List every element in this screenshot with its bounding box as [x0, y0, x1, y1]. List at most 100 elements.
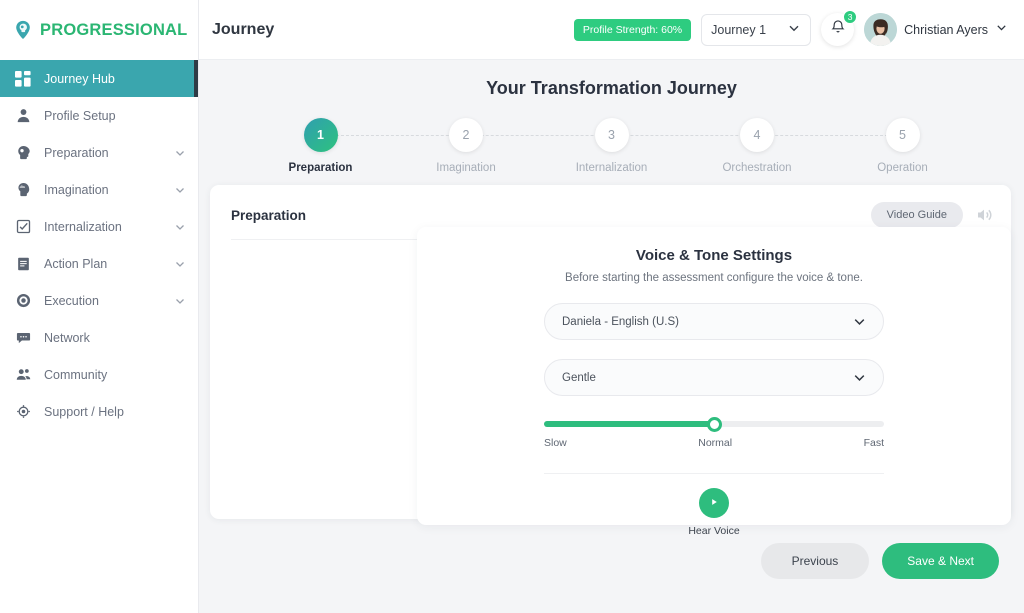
step-label: Preparation	[288, 162, 353, 174]
journey-select-value: Journey 1	[711, 22, 767, 37]
voice-select[interactable]: Daniela - English (U.S)	[544, 303, 884, 340]
sidebar-item-imagination[interactable]: Imagination	[0, 171, 198, 208]
journey-stepper: 1 Preparation 2 Imagination 3 Internaliz…	[272, 118, 952, 180]
logo[interactable]: PROGRESSIONAL	[0, 0, 198, 60]
chevron-down-icon[interactable]	[174, 184, 186, 196]
user-menu[interactable]: Christian Ayers	[864, 13, 1008, 46]
slider-label-min: Slow	[544, 437, 567, 449]
sidebar-item-label: Internalization	[44, 219, 122, 234]
slider-fill	[544, 421, 714, 427]
preparation-card: Preparation Video Guide Voice & Tone Set…	[210, 185, 1011, 537]
logo-text: PROGRESSIONAL	[40, 20, 188, 39]
notification-count-badge: 3	[843, 10, 858, 24]
slider-labels: Slow Normal Fast	[544, 437, 884, 449]
chevron-down-icon[interactable]	[174, 221, 186, 233]
chevron-down-icon[interactable]	[174, 258, 186, 270]
sidebar-item-community[interactable]: Community	[0, 356, 198, 393]
checklist-icon	[14, 218, 32, 236]
save-next-button[interactable]: Save & Next	[882, 543, 999, 579]
step-number: 2	[449, 118, 483, 152]
step-label: Operation	[877, 162, 928, 174]
previous-button[interactable]: Previous	[760, 543, 870, 579]
sidebar-item-label: Imagination	[44, 182, 109, 197]
brand-pin-icon	[12, 19, 34, 41]
tone-select-value: Gentle	[562, 371, 596, 384]
hear-voice-play-button[interactable]	[699, 488, 729, 518]
sidebar-item-action-plan[interactable]: Action Plan	[0, 245, 198, 282]
sidebar-nav: Journey Hub Profile Setup Preparation Im…	[0, 60, 198, 430]
sidebar-item-label: Preparation	[44, 145, 109, 160]
target-gear-icon	[14, 292, 32, 310]
chevron-down-icon	[995, 21, 1008, 39]
form-subtitle: Before starting the assessment configure…	[565, 272, 863, 284]
user-name: Christian Ayers	[904, 22, 988, 37]
speed-slider[interactable]: Slow Normal Fast	[544, 416, 884, 449]
card-header: Preparation Video Guide	[210, 185, 1011, 228]
grid-icon	[14, 70, 32, 88]
chat-icon	[14, 329, 32, 347]
chevron-down-icon	[852, 370, 867, 385]
avatar	[864, 13, 898, 46]
bell-icon	[830, 19, 846, 40]
voice-select-value: Daniela - English (U.S)	[562, 315, 679, 328]
slider-track[interactable]	[544, 416, 884, 432]
step-operation[interactable]: 5 Operation	[854, 118, 952, 174]
sidebar-item-network[interactable]: Network	[0, 319, 198, 356]
slider-thumb[interactable]	[706, 416, 722, 432]
step-label: Orchestration	[722, 162, 792, 174]
sidebar-item-support-help[interactable]: Support / Help	[0, 393, 198, 430]
sidebar-item-label: Support / Help	[44, 404, 124, 419]
sidebar-item-label: Community	[44, 367, 108, 382]
speaker-icon[interactable]	[973, 204, 995, 226]
sidebar: PROGRESSIONAL Journey Hub Profile Setup …	[0, 0, 199, 613]
slider-label-mid: Normal	[698, 437, 733, 449]
sidebar-item-internalization[interactable]: Internalization	[0, 208, 198, 245]
topbar: Journey Profile Strength: 60% Journey 1 …	[199, 0, 1024, 60]
hear-voice-divider	[544, 473, 884, 474]
journey-select[interactable]: Journey 1	[701, 13, 812, 46]
chevron-down-icon[interactable]	[174, 147, 186, 159]
step-orchestration[interactable]: 4 Orchestration	[708, 118, 806, 174]
page-title: Journey	[212, 20, 275, 38]
sidebar-item-label: Network	[44, 330, 90, 345]
step-label: Internalization	[575, 162, 648, 174]
people-icon	[14, 366, 32, 384]
app-root: PROGRESSIONAL Journey Hub Profile Setup …	[0, 0, 1024, 613]
step-preparation[interactable]: 1 Preparation	[272, 118, 370, 174]
card-title: Preparation	[231, 207, 307, 223]
step-internalization[interactable]: 3 Internalization	[563, 118, 661, 174]
sidebar-item-label: Action Plan	[44, 256, 108, 271]
chevron-down-icon	[852, 314, 867, 329]
main-area: Journey Profile Strength: 60% Journey 1 …	[199, 0, 1024, 613]
sidebar-item-profile-setup[interactable]: Profile Setup	[0, 97, 198, 134]
play-icon	[708, 496, 720, 511]
sidebar-item-execution[interactable]: Execution	[0, 282, 198, 319]
journey-heading: Your Transformation Journey	[486, 78, 737, 98]
journey-header: Your Transformation Journey 1 Preparatio…	[199, 60, 1024, 180]
fields: Daniela - English (U.S) Gentle	[544, 303, 884, 396]
chevron-down-icon[interactable]	[174, 295, 186, 307]
step-label: Imagination	[436, 162, 496, 174]
notifications-button[interactable]: 3	[821, 10, 858, 46]
step-number: 4	[740, 118, 774, 152]
step-number: 5	[885, 118, 920, 152]
head-cloud-icon	[14, 181, 32, 199]
sidebar-item-journey-hub[interactable]: Journey Hub	[0, 60, 198, 97]
person-icon	[14, 107, 32, 125]
profile-strength-badge: Profile Strength: 60%	[573, 18, 692, 41]
tone-select[interactable]: Gentle	[544, 359, 884, 396]
slider-label-max: Fast	[863, 437, 884, 449]
sidebar-item-label: Journey Hub	[44, 71, 115, 86]
head-bulb-icon	[14, 144, 32, 162]
sidebar-item-label: Profile Setup	[44, 108, 116, 123]
video-guide-button[interactable]: Video Guide	[870, 202, 963, 228]
step-number: 1	[303, 118, 338, 152]
clipboard-icon	[14, 255, 32, 273]
form-title: Voice & Tone Settings	[635, 247, 793, 264]
sidebar-item-preparation[interactable]: Preparation	[0, 134, 198, 171]
step-imagination[interactable]: 2 Imagination	[417, 118, 515, 174]
step-number: 3	[594, 118, 629, 152]
hear-voice-block: Hear Voice	[417, 488, 1011, 537]
voice-tone-panel: Voice & Tone Settings Before starting th…	[417, 227, 1011, 537]
lifebuoy-icon	[14, 403, 32, 421]
